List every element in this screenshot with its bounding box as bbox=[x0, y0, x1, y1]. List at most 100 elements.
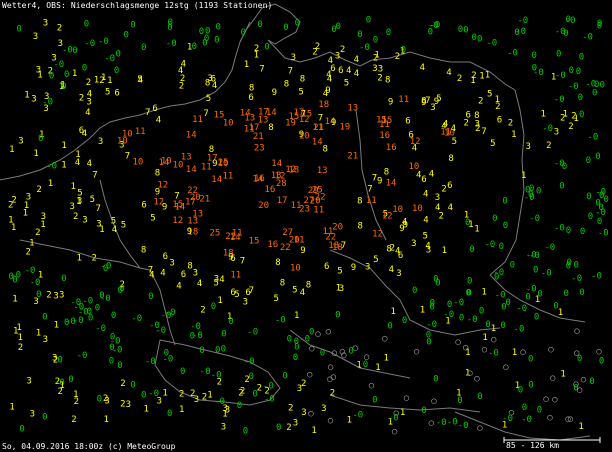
station-value: -0 bbox=[514, 324, 525, 334]
station-value: ○ bbox=[547, 413, 553, 423]
station-value: 1 bbox=[442, 246, 447, 256]
station-value: 0 bbox=[373, 36, 378, 46]
station-value: 5 bbox=[206, 94, 211, 104]
station-value: 3 bbox=[321, 404, 326, 414]
station-value: ○ bbox=[414, 347, 420, 357]
station-value: -0 bbox=[544, 243, 555, 253]
station-value: 13 bbox=[317, 166, 328, 176]
station-value: 5 bbox=[105, 87, 110, 97]
station-value: 3 bbox=[98, 137, 103, 147]
station-value: -0 bbox=[84, 39, 95, 49]
station-value: -0 bbox=[486, 38, 497, 48]
station-value: 0 bbox=[276, 423, 281, 433]
station-value: -0 bbox=[517, 16, 528, 26]
station-value: 3 bbox=[193, 269, 198, 279]
station-value: 0 bbox=[257, 20, 262, 30]
station-value: 14 bbox=[240, 109, 251, 119]
station-value: 10 bbox=[412, 204, 423, 214]
station-value: 0 bbox=[386, 28, 391, 38]
station-value: 1 bbox=[107, 76, 112, 86]
station-value: 0 bbox=[116, 49, 121, 59]
station-value: 8 bbox=[384, 168, 389, 178]
station-value: 0 bbox=[221, 344, 226, 354]
station-value: 0 bbox=[335, 311, 340, 321]
station-value: ○ bbox=[543, 394, 549, 404]
station-value: 0 bbox=[492, 214, 497, 224]
station-value: ○ bbox=[309, 344, 315, 354]
station-value: 0 bbox=[99, 291, 104, 301]
station-value: 1 bbox=[384, 354, 389, 364]
station-value: 0 bbox=[604, 195, 609, 205]
station-value: 12 bbox=[372, 230, 383, 240]
station-value: 1 bbox=[61, 141, 66, 151]
station-value: ○ bbox=[520, 347, 526, 357]
station-value: 0 bbox=[494, 273, 499, 283]
station-value: 0 bbox=[569, 66, 574, 76]
station-value: 5 bbox=[423, 232, 428, 242]
station-value: 3 bbox=[26, 376, 31, 386]
station-value: 23 bbox=[254, 144, 265, 154]
station-value: 2 bbox=[439, 212, 444, 222]
station-value: -0 bbox=[467, 315, 478, 325]
station-value: -0 bbox=[447, 418, 458, 428]
station-value: -0 bbox=[521, 415, 532, 425]
station-value: 6 bbox=[405, 117, 410, 127]
station-value: 4 bbox=[451, 124, 456, 134]
station-value: -0 bbox=[529, 214, 540, 224]
station-value: 3 bbox=[221, 422, 226, 432]
station-value: 6 bbox=[163, 252, 168, 262]
station-value: 1 bbox=[11, 223, 16, 233]
station-value: 0 bbox=[141, 43, 146, 53]
station-value: 8 bbox=[187, 262, 192, 272]
station-value: 10 bbox=[223, 118, 234, 128]
station-value: 4 bbox=[300, 288, 305, 298]
station-value: 0 bbox=[72, 46, 77, 56]
station-value: 7 bbox=[145, 108, 150, 118]
station-value: -0 bbox=[554, 224, 565, 234]
station-value: 3 bbox=[43, 335, 48, 345]
station-value: 0 bbox=[501, 303, 506, 313]
station-value: 20 bbox=[258, 201, 269, 211]
station-value: 1 bbox=[294, 311, 299, 321]
station-value: -0 bbox=[25, 266, 36, 276]
station-value: -0 bbox=[554, 95, 565, 105]
station-value: 5 bbox=[337, 267, 342, 277]
station-value: 6 bbox=[338, 66, 343, 76]
station-value: 5 bbox=[214, 279, 219, 289]
station-value: 2 bbox=[86, 78, 91, 88]
station-value: 14 bbox=[211, 175, 222, 185]
station-value: 12 bbox=[299, 115, 310, 125]
station-value: 0 bbox=[192, 42, 197, 52]
station-value: 3 bbox=[82, 216, 87, 226]
station-value: 0 bbox=[366, 15, 371, 25]
station-value: 3 bbox=[70, 202, 75, 212]
station-value: 3 bbox=[51, 54, 56, 64]
station-value: 11 bbox=[294, 236, 305, 246]
station-value: 3 bbox=[86, 98, 91, 108]
station-value: -0 bbox=[264, 394, 275, 404]
station-value: 0 bbox=[252, 389, 257, 399]
precipitation-map[interactable]: 912221105○060810215-062○2717-01 121130807… bbox=[0, 0, 612, 452]
station-value: ○ bbox=[332, 348, 338, 358]
station-value: 2 bbox=[441, 185, 446, 195]
station-value: 3 bbox=[77, 196, 82, 206]
station-value: 0 bbox=[579, 53, 584, 63]
station-value: 0 bbox=[64, 318, 69, 328]
station-value: ○ bbox=[467, 369, 473, 379]
station-value: 7 bbox=[148, 266, 153, 276]
station-value: -0 bbox=[359, 43, 370, 53]
station-value: 15 bbox=[382, 116, 393, 126]
station-value: -0 bbox=[145, 357, 156, 367]
station-value: 4 bbox=[346, 66, 351, 76]
station-value: 5 bbox=[234, 290, 239, 300]
station-value: 1 bbox=[48, 179, 53, 189]
station-value: 10 bbox=[290, 264, 301, 274]
station-value: 16 bbox=[265, 185, 276, 195]
station-value: 0 bbox=[68, 375, 73, 385]
station-value: 1 bbox=[9, 403, 14, 413]
station-value: 0 bbox=[421, 406, 426, 416]
station-value: 0 bbox=[228, 317, 233, 327]
station-value: 1 bbox=[9, 145, 14, 155]
station-value: 1 bbox=[456, 388, 461, 398]
station-value: 0 bbox=[221, 330, 226, 340]
